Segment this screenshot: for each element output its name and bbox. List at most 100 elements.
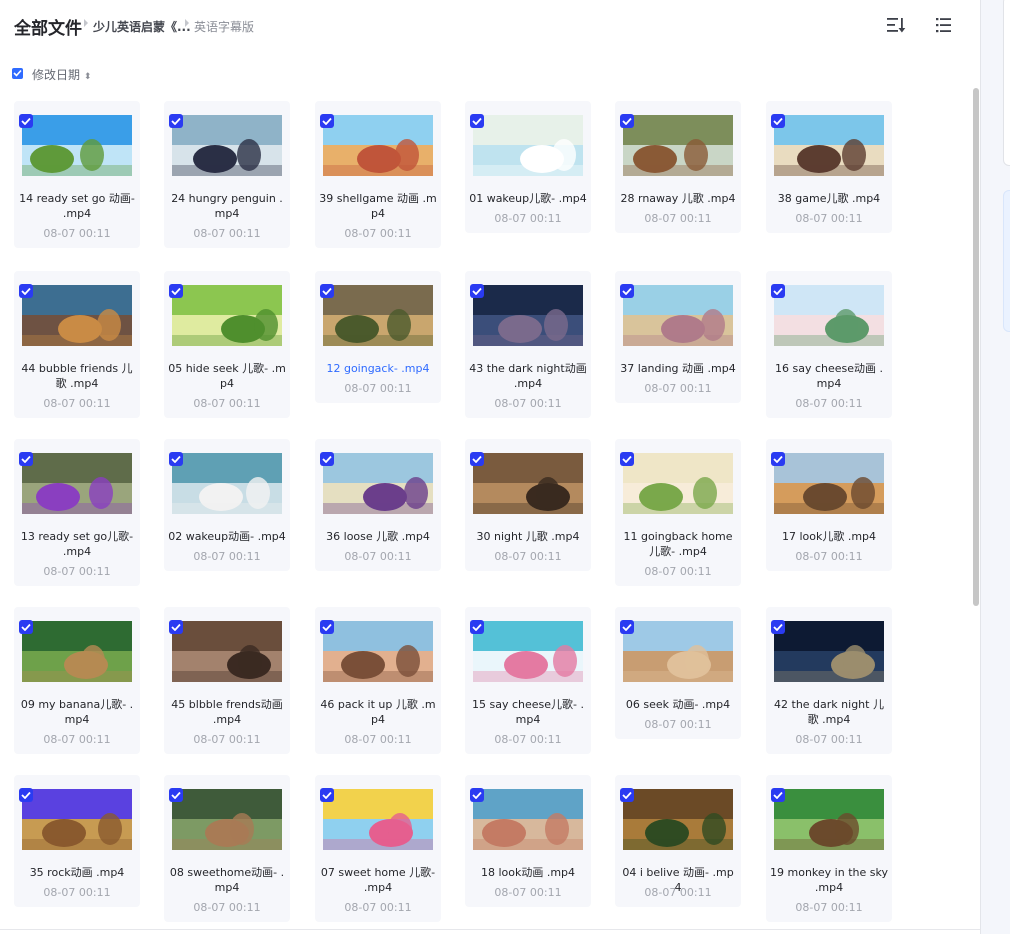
video-thumbnail[interactable]: [774, 285, 884, 346]
file-name: 09 my banana儿歌- .mp4: [20, 698, 134, 726]
file-checkbox[interactable]: [620, 620, 634, 634]
file-card[interactable]: 17 look儿歌 .mp4 08-07 00:11: [766, 439, 892, 571]
file-card[interactable]: 14 ready set go 动画- .mp4 08-07 00:11: [14, 101, 140, 248]
video-thumbnail[interactable]: [623, 789, 733, 850]
video-thumbnail[interactable]: [774, 115, 884, 176]
file-checkbox[interactable]: [320, 620, 334, 634]
video-thumbnail[interactable]: [774, 621, 884, 682]
video-thumbnail[interactable]: [22, 115, 132, 176]
sort-by-date[interactable]: 修改日期 ⬍: [32, 66, 91, 83]
file-card[interactable]: 43 the dark night动画 .mp4 08-07 00:11: [465, 271, 591, 418]
file-checkbox[interactable]: [470, 114, 484, 128]
file-checkbox[interactable]: [470, 788, 484, 802]
sort-list-icon[interactable]: [886, 15, 906, 35]
file-card[interactable]: 28 rnaway 儿歌 .mp4 08-07 00:11: [615, 101, 741, 233]
video-thumbnail[interactable]: [473, 453, 583, 514]
file-checkbox[interactable]: [320, 284, 334, 298]
video-thumbnail[interactable]: [473, 115, 583, 176]
video-thumbnail[interactable]: [22, 453, 132, 514]
file-card[interactable]: 15 say cheese儿歌- .mp4 08-07 00:11: [465, 607, 591, 754]
video-thumbnail[interactable]: [172, 453, 282, 514]
video-thumbnail[interactable]: [172, 621, 282, 682]
video-thumbnail[interactable]: [473, 621, 583, 682]
file-card[interactable]: 44 bubble friends 儿歌 .mp4 08-07 00:11: [14, 271, 140, 418]
file-checkbox[interactable]: [771, 788, 785, 802]
breadcrumb-folder[interactable]: 少儿英语启蒙《...: [93, 18, 191, 35]
file-card[interactable]: 01 wakeup儿歌- .mp4 08-07 00:11: [465, 101, 591, 233]
file-checkbox[interactable]: [169, 452, 183, 466]
video-thumbnail[interactable]: [323, 453, 433, 514]
file-card[interactable]: 16 say cheese动画 .mp4 08-07 00:11: [766, 271, 892, 418]
video-thumbnail[interactable]: [172, 115, 282, 176]
file-card[interactable]: 24 hungry penguin .mp4 08-07 00:11: [164, 101, 290, 248]
file-card[interactable]: 45 blbble frends动画 .mp4 08-07 00:11: [164, 607, 290, 754]
file-card[interactable]: 08 sweethome动画- .mp4 08-07 00:11: [164, 775, 290, 922]
scrollbar-thumb[interactable]: [973, 88, 979, 606]
video-thumbnail[interactable]: [22, 789, 132, 850]
video-thumbnail[interactable]: [623, 621, 733, 682]
file-card[interactable]: 19 monkey in the sky .mp4 08-07 00:11: [766, 775, 892, 922]
select-all-checkbox[interactable]: [12, 68, 23, 79]
video-thumbnail[interactable]: [323, 285, 433, 346]
file-card[interactable]: 37 landing 动画 .mp4 08-07 00:11: [615, 271, 741, 403]
video-thumbnail[interactable]: [623, 115, 733, 176]
file-card[interactable]: 39 shellgame 动画 .mp4 08-07 00:11: [315, 101, 441, 248]
file-card[interactable]: 30 night 儿歌 .mp4 08-07 00:11: [465, 439, 591, 571]
video-thumbnail[interactable]: [172, 285, 282, 346]
file-checkbox[interactable]: [320, 452, 334, 466]
file-card[interactable]: 02 wakeup动画- .mp4 08-07 00:11: [164, 439, 290, 571]
file-checkbox[interactable]: [470, 452, 484, 466]
file-checkbox[interactable]: [620, 788, 634, 802]
video-thumbnail[interactable]: [774, 453, 884, 514]
video-thumbnail[interactable]: [22, 285, 132, 346]
file-card[interactable]: 05 hide seek 儿歌- .mp4 08-07 00:11: [164, 271, 290, 418]
list-view-icon[interactable]: [934, 15, 954, 35]
video-thumbnail[interactable]: [473, 285, 583, 346]
video-thumbnail[interactable]: [22, 621, 132, 682]
file-card[interactable]: 06 seek 动画- .mp4 08-07 00:11: [615, 607, 741, 739]
file-card[interactable]: 12 goingack- .mp4 08-07 00:11: [315, 271, 441, 403]
file-name: 35 rock动画 .mp4: [29, 866, 125, 879]
video-thumbnail[interactable]: [323, 789, 433, 850]
file-checkbox[interactable]: [470, 620, 484, 634]
file-checkbox[interactable]: [620, 114, 634, 128]
breadcrumb-root[interactable]: 全部文件: [14, 14, 82, 39]
file-card[interactable]: 07 sweet home 儿歌- .mp4 08-07 00:11: [315, 775, 441, 922]
file-checkbox[interactable]: [169, 788, 183, 802]
video-thumbnail[interactable]: [323, 115, 433, 176]
file-checkbox[interactable]: [320, 114, 334, 128]
file-card[interactable]: 11 goingback home儿歌- .mp4 08-07 00:11: [615, 439, 741, 586]
file-checkbox[interactable]: [771, 114, 785, 128]
file-card[interactable]: 42 the dark night 儿歌 .mp4 08-07 00:11: [766, 607, 892, 754]
file-checkbox[interactable]: [771, 620, 785, 634]
file-card[interactable]: 13 ready set go儿歌- .mp4 08-07 00:11: [14, 439, 140, 586]
video-thumbnail[interactable]: [623, 285, 733, 346]
file-checkbox[interactable]: [470, 284, 484, 298]
side-panel-card-highlight: [1003, 190, 1010, 332]
file-checkbox[interactable]: [169, 620, 183, 634]
file-checkbox[interactable]: [19, 452, 33, 466]
file-card[interactable]: 18 look动画 .mp4 08-07 00:11: [465, 775, 591, 907]
file-checkbox[interactable]: [771, 284, 785, 298]
file-checkbox[interactable]: [771, 452, 785, 466]
file-card[interactable]: 38 game儿歌 .mp4 08-07 00:11: [766, 101, 892, 233]
video-thumbnail[interactable]: [774, 789, 884, 850]
file-card[interactable]: 04 i belive 动画- .mp4 08-07 00:11: [615, 775, 741, 907]
file-card[interactable]: 36 loose 儿歌 .mp4 08-07 00:11: [315, 439, 441, 571]
file-checkbox[interactable]: [620, 452, 634, 466]
video-thumbnail[interactable]: [323, 621, 433, 682]
file-card[interactable]: 09 my banana儿歌- .mp4 08-07 00:11: [14, 607, 140, 754]
video-thumbnail[interactable]: [623, 453, 733, 514]
video-thumbnail[interactable]: [473, 789, 583, 850]
file-checkbox[interactable]: [19, 284, 33, 298]
file-checkbox[interactable]: [19, 788, 33, 802]
file-checkbox[interactable]: [19, 620, 33, 634]
file-checkbox[interactable]: [620, 284, 634, 298]
video-thumbnail[interactable]: [172, 789, 282, 850]
file-checkbox[interactable]: [320, 788, 334, 802]
file-card[interactable]: 35 rock动画 .mp4 08-07 00:11: [14, 775, 140, 907]
file-checkbox[interactable]: [169, 114, 183, 128]
file-checkbox[interactable]: [19, 114, 33, 128]
file-card[interactable]: 46 pack it up 儿歌 .mp4 08-07 00:11: [315, 607, 441, 754]
file-checkbox[interactable]: [169, 284, 183, 298]
